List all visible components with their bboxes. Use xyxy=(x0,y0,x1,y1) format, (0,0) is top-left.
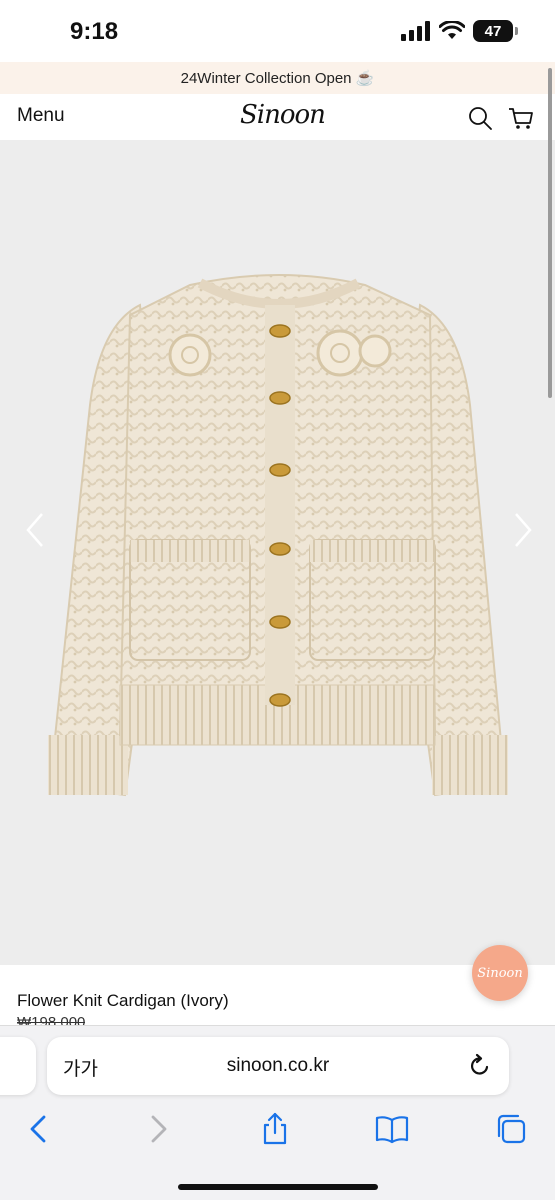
tabs-icon[interactable] xyxy=(494,1112,528,1146)
share-icon[interactable] xyxy=(258,1112,292,1146)
search-icon[interactable] xyxy=(466,104,494,132)
home-indicator[interactable] xyxy=(178,1184,378,1190)
address-bar[interactable]: 가가 sinoon.co.kr xyxy=(47,1037,509,1095)
status-bar: 9:18 47 xyxy=(0,0,555,62)
previous-tab-preview[interactable] xyxy=(0,1037,36,1095)
product-price: ₩198,000 xyxy=(17,1014,86,1025)
browser-bottom-bar: 가가 sinoon.co.kr xyxy=(0,1025,555,1200)
product-image-carousel[interactable] xyxy=(0,140,555,965)
site-header: Menu Sinoon xyxy=(0,94,555,140)
page-scrollbar[interactable] xyxy=(548,68,552,398)
reload-icon[interactable] xyxy=(467,1053,493,1079)
cart-icon[interactable] xyxy=(507,104,535,132)
status-icons: 47 xyxy=(401,20,518,42)
cardigan-product-image xyxy=(48,274,508,797)
cellular-signal-icon xyxy=(401,21,430,41)
status-time: 9:18 xyxy=(70,18,119,45)
url-text[interactable]: sinoon.co.kr xyxy=(47,1055,509,1077)
product-name[interactable]: Flower Knit Cardigan (Ivory) xyxy=(17,991,229,1011)
battery-indicator: 47 xyxy=(473,20,518,42)
wifi-icon xyxy=(439,21,465,39)
chat-button[interactable]: Sinoon xyxy=(472,945,528,1001)
site-logo[interactable]: Sinoon xyxy=(240,100,326,130)
announcement-bar[interactable]: 24Winter Collection Open ☕ xyxy=(0,62,555,94)
browser-toolbar xyxy=(0,1108,555,1152)
back-icon[interactable] xyxy=(22,1112,56,1146)
bookmarks-icon[interactable] xyxy=(375,1112,409,1146)
forward-icon[interactable] xyxy=(141,1112,175,1146)
menu-button[interactable]: Menu xyxy=(17,105,65,127)
